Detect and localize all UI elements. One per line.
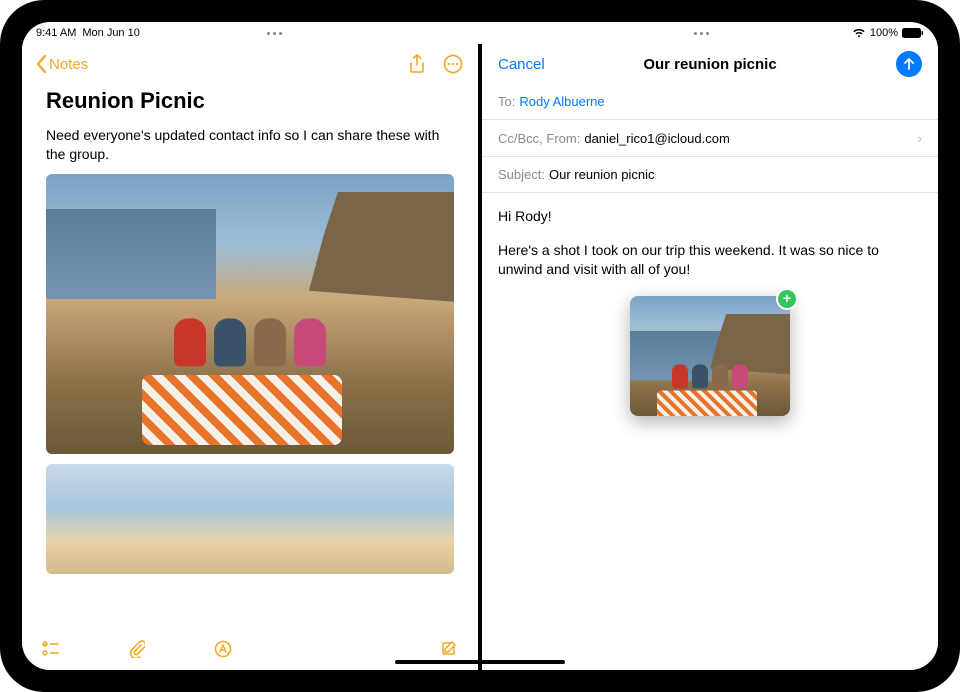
wifi-icon [852, 28, 866, 38]
battery-pct: 100% [870, 27, 898, 39]
ipad-frame: 9:41 AM Mon Jun 10 100% [0, 0, 960, 692]
multitask-dots-right[interactable] [694, 32, 709, 35]
mail-nav-bar: Cancel Our reunion picnic [482, 44, 938, 84]
share-button[interactable] [406, 53, 428, 75]
status-bar: 9:41 AM Mon Jun 10 100% [22, 22, 938, 44]
note-text: Need everyone's updated contact info so … [46, 126, 454, 164]
expand-from-icon[interactable]: › [917, 130, 922, 146]
dragged-photo-preview[interactable]: + [630, 296, 790, 416]
notes-back-button[interactable]: Notes [36, 55, 88, 73]
subject-label: Subject: [498, 167, 545, 182]
notes-nav-bar: Notes [22, 44, 478, 84]
note-title: Reunion Picnic [46, 88, 454, 114]
note-photo-1[interactable] [46, 174, 454, 454]
mail-compose-pane: Cancel Our reunion picnic To: Rody Albue… [482, 44, 938, 670]
more-button[interactable] [442, 53, 464, 75]
mail-compose-title: Our reunion picnic [643, 56, 776, 73]
mail-body-text: Here's a shot I took on our trip this we… [498, 241, 922, 280]
note-photo-2[interactable] [46, 464, 454, 574]
note-content[interactable]: Reunion Picnic Need everyone's updated c… [22, 84, 478, 628]
battery-icon [902, 28, 924, 38]
checklist-button[interactable] [40, 638, 62, 660]
multitask-dots-left[interactable] [267, 32, 282, 35]
send-button[interactable] [896, 51, 922, 77]
subject-field[interactable]: Subject: Our reunion picnic [482, 157, 938, 193]
ccbcc-from-field[interactable]: Cc/Bcc, From: daniel_rico1@icloud.com › [482, 120, 938, 157]
markup-button[interactable] [212, 638, 234, 660]
split-view: Notes Reunion Picnic Need everyone's upd… [22, 44, 938, 670]
drop-add-badge-icon: + [776, 288, 798, 310]
chevron-left-icon [36, 55, 47, 73]
to-label: To: [498, 94, 515, 109]
to-recipient[interactable]: Rody Albuerne [519, 94, 604, 109]
notes-back-label: Notes [49, 56, 88, 73]
compose-note-button[interactable] [438, 638, 460, 660]
home-indicator[interactable] [395, 660, 565, 664]
screen: 9:41 AM Mon Jun 10 100% [22, 22, 938, 670]
notes-app-pane: Notes Reunion Picnic Need everyone's upd… [22, 44, 478, 670]
cancel-button[interactable]: Cancel [498, 56, 545, 73]
attachment-button[interactable] [126, 638, 148, 660]
status-date: Mon Jun 10 [82, 27, 139, 39]
mail-greeting: Hi Rody! [498, 207, 922, 227]
status-time: 9:41 AM [36, 27, 76, 39]
subject-value: Our reunion picnic [549, 167, 655, 182]
to-field[interactable]: To: Rody Albuerne [482, 84, 938, 120]
ccbcc-label: Cc/Bcc, From: [498, 131, 580, 146]
from-value: daniel_rico1@icloud.com [584, 131, 729, 146]
mail-body-editor[interactable]: Hi Rody! Here's a shot I took on our tri… [482, 193, 938, 430]
